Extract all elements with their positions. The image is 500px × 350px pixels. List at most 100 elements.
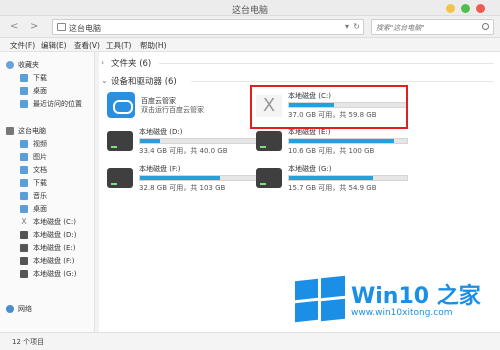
- sidebar-item-this-pc[interactable]: 这台电脑: [0, 125, 95, 137]
- sidebar-item-label: 本地磁盘 (D:): [33, 231, 77, 239]
- sidebar-item-label: 这台电脑: [18, 127, 46, 135]
- drive-name: 本地磁盘 (D:): [139, 128, 183, 136]
- music-folder-icon: [20, 192, 28, 200]
- baidu-cloud-item[interactable]: 百度云管家 双击运行百度云管家: [107, 92, 257, 122]
- baidu-cloud-icon: [107, 92, 135, 118]
- forward-arrow-icon[interactable]: >: [30, 21, 38, 32]
- hard-drive-icon: [20, 270, 28, 278]
- sidebar-item-drive-f[interactable]: 本地磁盘 (F:): [0, 255, 95, 267]
- sidebar-item-desktop[interactable]: 桌面: [0, 85, 95, 97]
- watermark: Win10 之家 www.win10xitong.com: [295, 270, 500, 340]
- search-input[interactable]: [376, 22, 476, 33]
- title-bar: 这台电脑: [0, 0, 500, 16]
- group-divider: [191, 81, 494, 82]
- drive-e-tile[interactable]: 本地磁盘 (E:) 10.6 GB 可用，共 100 GB: [256, 127, 408, 159]
- search-box[interactable]: [371, 19, 494, 35]
- computer-icon: [6, 127, 14, 135]
- sidebar-item-label: 桌面: [33, 205, 47, 213]
- group-label: 文件夹 (6): [111, 59, 152, 69]
- folders-group-header[interactable]: › 文件夹 (6): [99, 56, 500, 70]
- videos-folder-icon: [20, 140, 28, 148]
- address-bar: < > 这台电脑 ▾ ↻: [0, 16, 500, 38]
- drive-usage-bar: [288, 138, 408, 144]
- sidebar-item-downloads[interactable]: 下载: [0, 72, 95, 84]
- maximize-button[interactable]: [461, 4, 470, 13]
- sidebar-item-label: 收藏夹: [18, 61, 39, 69]
- desktop-folder-icon: [20, 205, 28, 213]
- favorites-icon: [6, 61, 14, 69]
- sidebar-item-label: 本地磁盘 (F:): [33, 257, 75, 265]
- sidebar-item-drive-e[interactable]: 本地磁盘 (E:): [0, 242, 95, 254]
- sidebar-item-pictures[interactable]: 图片: [0, 151, 95, 163]
- minimize-button[interactable]: [446, 4, 455, 13]
- item-description: 双击运行百度云管家: [141, 106, 204, 114]
- sidebar-item-label: 本地磁盘 (G:): [33, 270, 77, 278]
- drive-usage-bar: [288, 175, 408, 181]
- network-icon: [6, 305, 14, 313]
- drive-space: 10.6 GB 可用，共 100 GB: [288, 147, 375, 155]
- chevron-down-icon[interactable]: ⌄: [101, 76, 108, 85]
- drive-usage-fill: [140, 176, 221, 180]
- hard-drive-icon: [20, 244, 28, 252]
- downloads-folder-icon: [20, 74, 28, 82]
- windows-logo-icon: [295, 275, 345, 323]
- desktop-folder-icon: [20, 87, 28, 95]
- drive-space: 15.7 GB 可用，共 54.9 GB: [288, 184, 377, 192]
- drive-name: 本地磁盘 (F:): [139, 165, 181, 173]
- menu-tools[interactable]: 工具(T): [106, 40, 131, 51]
- sidebar-item-drive-c[interactable]: X 本地磁盘 (C:): [0, 216, 95, 228]
- window-title: 这台电脑: [231, 6, 268, 16]
- drive-usage-fill: [289, 139, 395, 143]
- search-icon[interactable]: [482, 23, 489, 30]
- drive-usage-fill: [289, 176, 373, 180]
- drive-space: 33.4 GB 可用，共 40.0 GB: [139, 147, 228, 155]
- menu-file[interactable]: 文件(F): [10, 40, 35, 51]
- sidebar-item-videos[interactable]: 视频: [0, 138, 95, 150]
- hard-drive-icon: [107, 131, 133, 151]
- back-arrow-icon[interactable]: <: [10, 21, 18, 32]
- pictures-folder-icon: [20, 153, 28, 161]
- chevron-down-icon[interactable]: ▾: [345, 22, 349, 31]
- downloads-folder-icon: [20, 179, 28, 187]
- item-count: 12 个项目: [12, 338, 45, 346]
- drive-usage-bar: [139, 175, 259, 181]
- close-button[interactable]: [476, 4, 485, 13]
- drive-g-tile[interactable]: 本地磁盘 (G:) 15.7 GB 可用，共 54.9 GB: [256, 164, 408, 196]
- computer-icon: [57, 23, 66, 31]
- watermark-url: www.win10xitong.com: [351, 308, 453, 318]
- sidebar-item-music[interactable]: 音乐: [0, 190, 95, 202]
- path-field[interactable]: 这台电脑 ▾ ↻: [52, 19, 364, 35]
- sidebar-item-label: 音乐: [33, 192, 47, 200]
- drive-f-tile[interactable]: 本地磁盘 (F:) 32.8 GB 可用，共 103 GB: [107, 164, 259, 196]
- sidebar-item-drive-g[interactable]: 本地磁盘 (G:): [0, 268, 95, 280]
- group-label: 设备和驱动器 (6): [111, 77, 177, 87]
- sidebar-item-favorites[interactable]: 收藏夹: [0, 59, 95, 71]
- recent-places-icon: [20, 100, 28, 108]
- menu-help[interactable]: 帮助(H): [140, 40, 167, 51]
- drive-usage-fill: [140, 139, 161, 143]
- sidebar-item-label: 最近访问的位置: [33, 100, 82, 108]
- sidebar-item-recent[interactable]: 最近访问的位置: [0, 98, 95, 110]
- documents-folder-icon: [20, 166, 28, 174]
- sidebar-item-drive-d[interactable]: 本地磁盘 (D:): [0, 229, 95, 241]
- path-text: 这台电脑: [69, 24, 101, 33]
- refresh-icon[interactable]: ↻: [353, 22, 360, 31]
- navigation-pane: 收藏夹 下载 桌面 最近访问的位置 这台电脑 视频 图片 文档 下载 音乐 桌面: [0, 52, 95, 332]
- sidebar-item-network[interactable]: 网络: [0, 303, 95, 315]
- sidebar-item-label: 本地磁盘 (C:): [33, 218, 76, 226]
- sidebar-item-pc-downloads[interactable]: 下载: [0, 177, 95, 189]
- menu-bar: 文件(F) 编辑(E) 查看(V) 工具(T) 帮助(H): [0, 38, 500, 52]
- drive-d-tile[interactable]: 本地磁盘 (D:) 33.4 GB 可用，共 40.0 GB: [107, 127, 259, 159]
- hard-drive-icon: [20, 231, 28, 239]
- chevron-right-icon[interactable]: ›: [101, 58, 104, 67]
- sidebar-item-documents[interactable]: 文档: [0, 164, 95, 176]
- sidebar-item-pc-desktop[interactable]: 桌面: [0, 203, 95, 215]
- drive-name: 本地磁盘 (G:): [288, 165, 332, 173]
- menu-view[interactable]: 查看(V): [74, 40, 100, 51]
- drive-space: 32.8 GB 可用，共 103 GB: [139, 184, 226, 192]
- drive-c-icon: X: [21, 217, 27, 226]
- sidebar-item-label: 本地磁盘 (E:): [33, 244, 76, 252]
- group-divider: [159, 63, 494, 64]
- menu-edit[interactable]: 编辑(E): [41, 40, 67, 51]
- hard-drive-icon: [20, 257, 28, 265]
